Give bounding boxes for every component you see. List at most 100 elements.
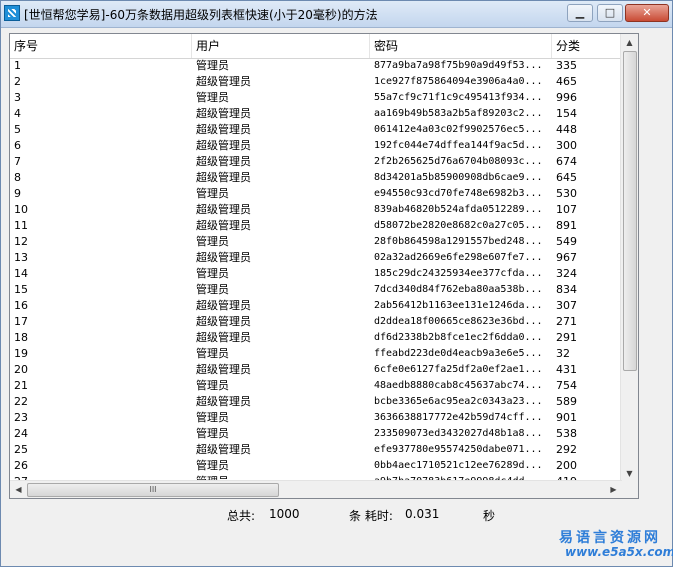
cell-category: 465 <box>556 75 577 88</box>
table-row[interactable]: 24 管理员 233509073ed3432027d48b1a8... 538 <box>10 426 622 442</box>
site-watermark: 易语言资源网 www.e5a5x.com <box>557 525 673 565</box>
cell-user: 超级管理员 <box>196 107 251 120</box>
column-header-category[interactable]: 分类 <box>552 34 622 58</box>
table-row[interactable]: 19 管理员 ffeabd223de0d4eacb9a3e6e5... 32 <box>10 346 622 362</box>
cell-user: 管理员 <box>196 379 229 392</box>
watermark-chinese-text: 易语言资源网 <box>559 530 661 546</box>
cell-password: aa169b49b583a2b5af89203c2... <box>374 108 543 119</box>
cell-index: 12 <box>14 235 28 248</box>
column-header-password[interactable]: 密码 <box>370 34 552 58</box>
cell-index: 15 <box>14 283 28 296</box>
table-row[interactable]: 7 超级管理员 2f2b265625d76a6704b08093c... 674 <box>10 154 622 170</box>
cell-category: 996 <box>556 91 577 104</box>
vertical-scroll-thumb[interactable] <box>623 51 637 371</box>
title-bar[interactable]: [世恒帮您学易]-60万条数据用超级列表框快速(小于20毫秒)的方法 ▁ □ ✕ <box>1 1 672 28</box>
cell-password: 839ab46820b524afda0512289... <box>374 204 543 215</box>
cell-index: 3 <box>14 91 21 104</box>
cell-user: 管理员 <box>196 459 229 472</box>
table-row[interactable]: 14 管理员 185c29dc24325934ee377cfda... 324 <box>10 266 622 282</box>
cell-password: 877a9ba7a98f75b90a9d49f53... <box>374 60 543 71</box>
cell-category: 530 <box>556 187 577 200</box>
cell-category: 271 <box>556 315 577 328</box>
cell-category: 448 <box>556 123 577 136</box>
cell-user: 超级管理员 <box>196 219 251 232</box>
cell-category: 107 <box>556 203 577 216</box>
cell-category: 431 <box>556 363 577 376</box>
cell-user: 管理员 <box>196 283 229 296</box>
cell-category: 200 <box>556 459 577 472</box>
minimize-button[interactable]: ▁ <box>567 4 593 22</box>
cell-user: 超级管理员 <box>196 203 251 216</box>
horizontal-scroll-thumb[interactable]: III <box>27 483 279 497</box>
scroll-right-arrow-icon[interactable]: ▶ <box>605 481 622 498</box>
table-row[interactable]: 12 管理员 28f0b864598a1291557bed248... 549 <box>10 234 622 250</box>
cell-password: 233509073ed3432027d48b1a8... <box>374 428 543 439</box>
cell-index: 7 <box>14 155 21 168</box>
table-row[interactable]: 20 超级管理员 6cfe0e6127fa25df2a0ef2ae1... 431 <box>10 362 622 378</box>
cell-index: 2 <box>14 75 21 88</box>
close-button[interactable]: ✕ <box>625 4 669 22</box>
cell-index: 4 <box>14 107 21 120</box>
scroll-left-arrow-icon[interactable]: ◀ <box>10 481 27 498</box>
cell-category: 292 <box>556 443 577 456</box>
total-label: 总共: <box>227 509 256 523</box>
cell-index: 23 <box>14 411 28 424</box>
maximize-button[interactable]: □ <box>597 4 623 22</box>
table-row[interactable]: 16 超级管理员 2ab56412b1163ee131e1246da... 307 <box>10 298 622 314</box>
cell-index: 26 <box>14 459 28 472</box>
cell-password: 185c29dc24325934ee377cfda... <box>374 268 543 279</box>
window-title: [世恒帮您学易]-60万条数据用超级列表框快速(小于20毫秒)的方法 <box>24 8 378 22</box>
table-row[interactable]: 2 超级管理员 1ce927f875864094e3906a4a0... 465 <box>10 74 622 90</box>
cell-index: 10 <box>14 203 28 216</box>
table-row[interactable]: 13 超级管理员 02a32ad2669e6fe298e607fe7... 967 <box>10 250 622 266</box>
cell-password: 0bb4aec1710521c12ee76289d... <box>374 460 543 471</box>
cell-index: 14 <box>14 267 28 280</box>
cell-password: 7dcd340d84f762eba80aa538b... <box>374 284 543 295</box>
column-header-index[interactable]: 序号 <box>10 34 192 58</box>
table-row[interactable]: 1 管理员 877a9ba7a98f75b90a9d49f53... 335 <box>10 58 622 74</box>
app-icon <box>4 5 20 21</box>
cell-index: 16 <box>14 299 28 312</box>
cell-user: 超级管理员 <box>196 75 251 88</box>
table-row[interactable]: 6 超级管理员 192fc044e74dffea144f9ac5d... 300 <box>10 138 622 154</box>
cell-index: 13 <box>14 251 28 264</box>
scroll-up-arrow-icon[interactable]: ▲ <box>621 34 638 51</box>
table-row[interactable]: 18 超级管理员 df6d2338b2b8fce1ec2f6dda0... 291 <box>10 330 622 346</box>
cell-category: 901 <box>556 411 577 424</box>
table-row[interactable]: 3 管理员 55a7cf9c71f1c9c495413f934... 996 <box>10 90 622 106</box>
cell-index: 8 <box>14 171 21 184</box>
cell-password: d58072be2820e8682c0a27c05... <box>374 220 543 231</box>
cell-category: 674 <box>556 155 577 168</box>
table-row[interactable]: 23 管理员 3636638817772e42b59d74cff... 901 <box>10 410 622 426</box>
cell-category: 645 <box>556 171 577 184</box>
cell-user: 管理员 <box>196 59 229 72</box>
cell-user: 超级管理员 <box>196 171 251 184</box>
cell-category: 324 <box>556 267 577 280</box>
table-row[interactable]: 15 管理员 7dcd340d84f762eba80aa538b... 834 <box>10 282 622 298</box>
cell-index: 1 <box>14 59 21 72</box>
table-row[interactable]: 8 超级管理员 8d34201a5b85900908db6cae9... 645 <box>10 170 622 186</box>
table-row[interactable]: 9 管理员 e94550c93cd70fe748e6982b3... 530 <box>10 186 622 202</box>
scrollbar-corner <box>621 481 638 498</box>
horizontal-scrollbar[interactable]: ◀ III ▶ <box>10 480 622 498</box>
cell-category: 335 <box>556 59 577 72</box>
scroll-down-arrow-icon[interactable]: ▼ <box>621 465 638 482</box>
column-header-user[interactable]: 用户 <box>192 34 370 58</box>
cell-index: 18 <box>14 331 28 344</box>
table-row[interactable]: 5 超级管理员 061412e4a03c02f9902576ec5... 448 <box>10 122 622 138</box>
cell-user: 超级管理员 <box>196 299 251 312</box>
table-row[interactable]: 4 超级管理员 aa169b49b583a2b5af89203c2... 154 <box>10 106 622 122</box>
super-list-box[interactable]: 序号 用户 密码 分类 1 管理员 877a9ba7a98f75b90a9d49f5… <box>9 33 639 499</box>
cell-category: 891 <box>556 219 577 232</box>
table-header: 序号 用户 密码 分类 <box>10 34 622 59</box>
table-row[interactable]: 26 管理员 0bb4aec1710521c12ee76289d... 200 <box>10 458 622 474</box>
table-row[interactable]: 25 超级管理员 efe937780e95574250dabe071... 292 <box>10 442 622 458</box>
table-row[interactable]: 22 超级管理员 bcbe3365e6ac95ea2c0343a23... 589 <box>10 394 622 410</box>
total-value: 1000 <box>269 507 300 521</box>
table-row[interactable]: 10 超级管理员 839ab46820b524afda0512289... 107 <box>10 202 622 218</box>
cell-password: d2ddea18f00665ce8623e36bd... <box>374 316 543 327</box>
table-row[interactable]: 11 超级管理员 d58072be2820e8682c0a27c05... 891 <box>10 218 622 234</box>
table-row[interactable]: 17 超级管理员 d2ddea18f00665ce8623e36bd... 271 <box>10 314 622 330</box>
vertical-scrollbar[interactable]: ▲ ▼ <box>620 34 638 482</box>
table-row[interactable]: 21 管理员 48aedb8880cab8c45637abc74... 754 <box>10 378 622 394</box>
